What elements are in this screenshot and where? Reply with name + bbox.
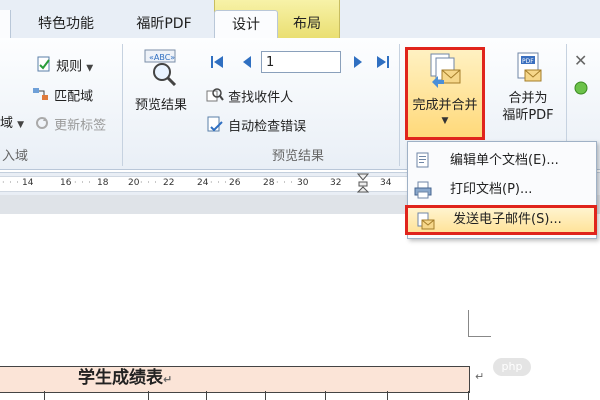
record-number-input[interactable]: 1 [261, 51, 341, 73]
find-recipient-label: 查找收件人 [228, 90, 294, 106]
check-errors-icon [206, 116, 224, 138]
rules-button[interactable]: 规则 ▼ [36, 56, 93, 76]
ruler-tick: 22 [163, 178, 175, 188]
tab-fuxin-pdf[interactable]: 福昕PDF [118, 10, 210, 38]
match-fields-icon [32, 86, 50, 108]
table-column-line [206, 391, 207, 400]
menu-item-send-email[interactable]: 发送电子邮件(S)... [405, 205, 597, 235]
table-column-line [148, 391, 149, 400]
match-fields-button[interactable]: 匹配域 [32, 86, 93, 106]
svg-text:PDF: PDF [522, 58, 534, 65]
close-icon[interactable]: ✕ [574, 51, 587, 70]
ruler-tick: 16 [60, 178, 72, 188]
merge-to-pdf-button[interactable]: PDF 合并为 福昕PDF [496, 50, 560, 140]
ruler-marks: · · · [74, 178, 92, 187]
auto-check-errors-button[interactable]: 自动检查错误 [206, 116, 306, 136]
chevron-down-icon: ▼ [441, 116, 449, 126]
watermark-logo-icon: php [493, 358, 531, 376]
ruler-tick: 28 [263, 178, 275, 188]
ruler-tick: 26 [229, 178, 241, 188]
finish-merge-label: 完成并合并 [412, 98, 478, 113]
group-separator [399, 44, 400, 166]
tab-layout[interactable]: 布局 [276, 10, 338, 38]
edit-documents-label: 编辑单个文档(E)... [450, 153, 559, 168]
menu-item-print-documents[interactable]: 打印文档(P)... [408, 176, 594, 204]
table-column-line [44, 391, 45, 400]
find-recipient-button[interactable]: 查找收件人 [206, 87, 293, 107]
print-icon [414, 181, 432, 199]
email-icon [417, 212, 435, 230]
tab-edge [0, 10, 11, 38]
finish-merge-icon [428, 52, 462, 94]
svg-text:«ABC»: «ABC» [149, 53, 175, 62]
auto-check-errors-label: 自动检查错误 [228, 119, 307, 135]
chevron-down-icon: ▼ [86, 63, 94, 74]
tab-design[interactable]: 设计 [214, 10, 278, 39]
ruler-marks: · · · [140, 178, 158, 187]
ruler-marks: · · · [2, 178, 20, 187]
group-label-insert-fields: 入域 [1, 149, 28, 164]
rules-label: 规则 [56, 59, 83, 75]
match-fields-label: 匹配域 [54, 89, 94, 105]
first-record-icon[interactable] [209, 54, 225, 72]
chevron-down-icon: ▼ [17, 120, 25, 130]
pdf-merge-icon: PDF [496, 50, 560, 90]
ruler-tick: 32 [330, 178, 342, 188]
finish-merge-dropdown: 编辑单个文档(E)... 打印文档(P)... 发送电子邮件(S)... [405, 141, 597, 239]
previous-record-icon[interactable] [239, 54, 255, 72]
last-record-icon[interactable] [375, 54, 391, 72]
table-header-row [0, 366, 470, 393]
update-labels-label: 更新标签 [54, 118, 107, 134]
insert-merge-field-partial[interactable]: 域 ▼ [0, 115, 24, 135]
ruler-tick: 18 [97, 178, 109, 188]
rules-icon [36, 56, 52, 78]
edit-documents-icon [414, 152, 432, 170]
page-corner-marker [468, 310, 491, 337]
table-column-line [325, 391, 326, 400]
ruler-tick: 20 [128, 178, 140, 188]
table-column-line [468, 391, 469, 400]
ruler-tick: 24 [197, 178, 209, 188]
ruler-marks: · · · [210, 178, 228, 187]
preview-results-button[interactable]: «ABC» 预览结果 [128, 48, 194, 118]
status-circle-icon [573, 80, 589, 100]
field-partial-label: 域 [0, 116, 14, 131]
group-label-preview-results: 预览结果 [271, 149, 324, 164]
ruler-tick: 30 [297, 178, 309, 188]
ruler-tick: 14 [22, 178, 34, 188]
group-separator [122, 44, 123, 166]
print-documents-label: 打印文档(P)... [450, 182, 533, 197]
send-email-label: 发送电子邮件(S)... [453, 212, 562, 227]
table-column-line [387, 391, 388, 400]
menu-item-edit-documents[interactable]: 编辑单个文档(E)... [408, 147, 594, 175]
paragraph-mark: ↵ [475, 370, 485, 383]
next-record-icon[interactable] [350, 54, 366, 72]
tab-special-features[interactable]: 特色功能 [22, 10, 110, 38]
merge-pdf-label-line1: 合并为 [508, 91, 548, 106]
refresh-icon [34, 115, 50, 137]
paragraph-mark: ↵ [163, 373, 173, 386]
table-title-text: 学生成绩表 [78, 368, 163, 388]
finish-and-merge-button[interactable]: 完成并合并 ▼ [405, 47, 485, 140]
ruler-tick: 34 [380, 178, 392, 188]
update-labels-button[interactable]: 更新标签 [34, 115, 106, 135]
ruler-marks: · · · [276, 178, 294, 187]
merge-pdf-label-line2: 福昕PDF [502, 108, 554, 123]
table-title: 学生成绩表↵ [78, 366, 172, 392]
watermark: php [493, 355, 593, 379]
table-column-line [265, 391, 266, 400]
find-recipient-icon [206, 87, 224, 109]
preview-results-label: 预览结果 [134, 98, 187, 113]
preview-abc-icon: «ABC» [144, 48, 178, 90]
